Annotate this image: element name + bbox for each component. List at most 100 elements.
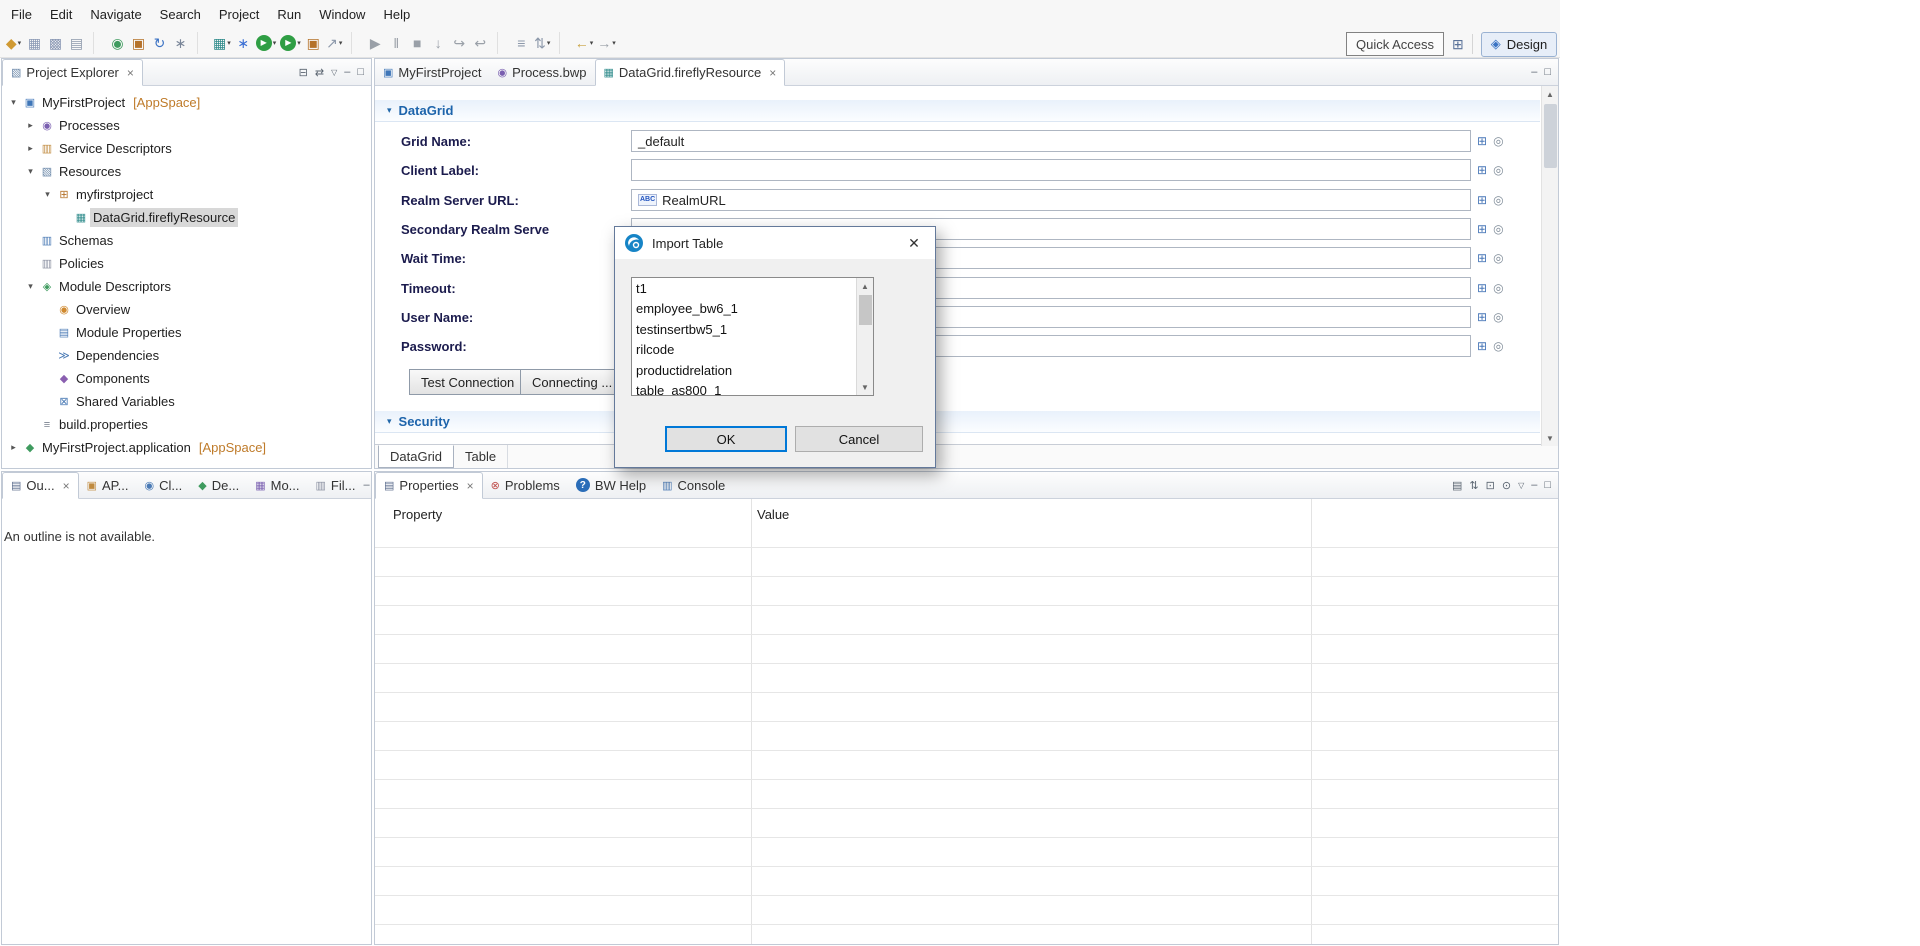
realm-server-url-input[interactable]: ABCRealmURL — [631, 189, 1471, 211]
tree-item-service-descriptors[interactable]: ▸▥Service Descriptors — [2, 137, 371, 160]
scrollbar-thumb[interactable] — [859, 295, 872, 325]
reset-field-icon[interactable]: ◎ — [1493, 281, 1503, 295]
table-list-box[interactable]: t1employee_bw6_1testinsertbw5_1rilcodepr… — [631, 277, 874, 396]
tree-item-build-properties[interactable]: ≡build.properties — [2, 413, 371, 436]
menu-edit[interactable]: Edit — [41, 2, 81, 27]
reset-field-icon[interactable]: ◎ — [1493, 193, 1503, 207]
menu-window[interactable]: Window — [310, 2, 374, 27]
tree-item-myfirstproject[interactable]: ▾▣MyFirstProject[AppSpace] — [2, 91, 371, 114]
mark-occurrences-button[interactable]: ⇅▾ — [532, 31, 553, 55]
view-menu-icon[interactable]: ▽ — [331, 68, 337, 77]
table-list-item-productidrelation[interactable]: productidrelation — [636, 361, 856, 381]
scroll-down-icon[interactable]: ▼ — [1542, 430, 1558, 446]
tree-item-module-properties[interactable]: ▤Module Properties — [2, 321, 371, 344]
view-tab-properties[interactable]: ▤Properties× — [375, 472, 483, 499]
refresh-button[interactable]: ↻ — [149, 31, 170, 55]
expanded-expander-icon[interactable]: ▾ — [23, 166, 38, 177]
suspend-button[interactable]: ‖ — [386, 31, 407, 55]
table-list-item-t1[interactable]: t1 — [636, 279, 856, 299]
cancel-button[interactable]: Cancel — [795, 426, 923, 452]
link-with-editor-icon[interactable]: ⇄ — [315, 66, 324, 79]
resume-button[interactable]: ▶ — [365, 31, 386, 55]
view-tab-fil[interactable]: ▥Fil... — [308, 472, 364, 498]
close-tab-icon[interactable]: × — [467, 479, 474, 493]
tree-item-datagrid-fireflyresource[interactable]: ▦DataGrid.fireflyResource — [2, 206, 371, 229]
module-property-picker-icon[interactable]: ⊞ — [1477, 281, 1487, 295]
menu-project[interactable]: Project — [210, 2, 268, 27]
step-over-button[interactable]: ↪ — [449, 31, 470, 55]
module-property-picker-icon[interactable]: ⊞ — [1477, 251, 1487, 265]
collapsed-expander-icon[interactable]: ▸ — [23, 143, 38, 154]
back-button[interactable]: ←▾ — [573, 31, 596, 55]
client-label-input[interactable] — [631, 159, 1471, 181]
tree-item-schemas[interactable]: ▥Schemas — [2, 229, 371, 252]
step-into-button[interactable]: ↓ — [428, 31, 449, 55]
step-return-button[interactable]: ↩ — [470, 31, 491, 55]
show-categories-icon[interactable]: ▤ — [1452, 479, 1462, 492]
view-tab-problems[interactable]: ⊗Problems — [483, 472, 568, 498]
maximize-icon[interactable]: □ — [357, 66, 364, 78]
terminate-button[interactable]: ■ — [407, 31, 428, 55]
save-all-button[interactable]: ▩ — [45, 31, 66, 55]
table-list-item-table-as800-1[interactable]: table_as800_1 — [636, 381, 856, 396]
dialog-close-icon[interactable]: ✕ — [893, 227, 935, 259]
new-java-class-button[interactable]: ◉ — [107, 31, 128, 55]
collapse-all-icon[interactable]: ⊟ — [299, 66, 308, 79]
reset-field-icon[interactable]: ◎ — [1493, 222, 1503, 236]
minimize-icon[interactable]: – — [363, 479, 369, 491]
tree-item-myfirstproject[interactable]: ▾⊞myfirstproject — [2, 183, 371, 206]
scroll-up-icon[interactable]: ▲ — [857, 278, 873, 294]
table-list-item-rilcode[interactable]: rilcode — [636, 340, 856, 360]
maximize-icon[interactable]: □ — [1544, 66, 1551, 78]
tree-item-overview[interactable]: ◉Overview — [2, 298, 371, 321]
editor-tab-datagrid-fireflyresource[interactable]: ▦DataGrid.fireflyResource× — [595, 59, 786, 86]
test-connection-button[interactable]: Test Connection — [409, 369, 526, 395]
reset-field-icon[interactable]: ◎ — [1493, 251, 1503, 265]
view-tab-mo[interactable]: ▦Mo... — [247, 472, 307, 498]
view-menu-icon[interactable]: ▽ — [1518, 481, 1524, 490]
reset-field-icon[interactable]: ◎ — [1493, 163, 1503, 177]
expanded-expander-icon[interactable]: ▾ — [40, 189, 55, 200]
module-property-picker-icon[interactable]: ⊞ — [1477, 222, 1487, 236]
new-process-button[interactable]: ∗ — [233, 31, 254, 55]
list-scrollbar[interactable]: ▲ ▼ — [856, 278, 873, 395]
menu-navigate[interactable]: Navigate — [81, 2, 150, 27]
module-property-picker-icon[interactable]: ⊞ — [1477, 310, 1487, 324]
menu-run[interactable]: Run — [268, 2, 310, 27]
open-plugin-button[interactable]: ▣ — [128, 31, 149, 55]
view-tab-de[interactable]: ◆De... — [190, 472, 247, 498]
new-wizard-button[interactable]: ◆▾ — [3, 31, 24, 55]
forward-button[interactable]: →▾ — [595, 31, 618, 55]
scroll-down-icon[interactable]: ▼ — [857, 379, 873, 395]
editor-tab-myfirstproject[interactable]: ▣MyFirstProject — [375, 59, 489, 85]
ok-button[interactable]: OK — [665, 426, 787, 452]
tree-item-resources[interactable]: ▾▧Resources — [2, 160, 371, 183]
deploy-package-button[interactable]: ▣ — [303, 31, 324, 55]
pin-view-icon[interactable]: ⊙ — [1502, 479, 1511, 492]
print-button[interactable]: ▤ — [66, 31, 87, 55]
minimize-icon[interactable]: – — [344, 66, 350, 78]
restore-default-icon[interactable]: ⊡ — [1486, 479, 1495, 492]
module-property-picker-icon[interactable]: ⊞ — [1477, 339, 1487, 353]
page-tab-datagrid[interactable]: DataGrid — [378, 445, 454, 468]
quick-access-button[interactable]: Quick Access — [1346, 32, 1444, 56]
tree-item-dependencies[interactable]: ≫Dependencies — [2, 344, 371, 367]
section-collapse-icon[interactable]: ▾ — [387, 105, 392, 116]
project-explorer-view-tab[interactable]: ▧ Project Explorer × — [2, 59, 143, 86]
menu-search[interactable]: Search — [151, 2, 210, 27]
close-view-icon[interactable]: × — [127, 66, 134, 80]
table-list-item-employee-bw6-1[interactable]: employee_bw6_1 — [636, 299, 856, 319]
breakpoints-button[interactable]: ≡ — [511, 31, 532, 55]
close-tab-icon[interactable]: × — [63, 479, 70, 493]
menu-file[interactable]: File — [2, 2, 41, 27]
run-button[interactable]: ▶▾ — [254, 31, 279, 55]
view-tab-bw-help[interactable]: ?BW Help — [568, 472, 654, 498]
connecting-button[interactable]: Connecting ... — [520, 369, 624, 395]
view-tab-ou[interactable]: ▤Ou...× — [2, 472, 79, 499]
collapsed-expander-icon[interactable]: ▸ — [6, 442, 21, 453]
design-perspective-button[interactable]: ◈ Design — [1481, 32, 1557, 57]
tree-item-components[interactable]: ◆Components — [2, 367, 371, 390]
close-tab-icon[interactable]: × — [769, 66, 776, 80]
grid-name-input[interactable]: _default — [631, 130, 1471, 152]
minimize-icon[interactable]: – — [1531, 479, 1537, 491]
